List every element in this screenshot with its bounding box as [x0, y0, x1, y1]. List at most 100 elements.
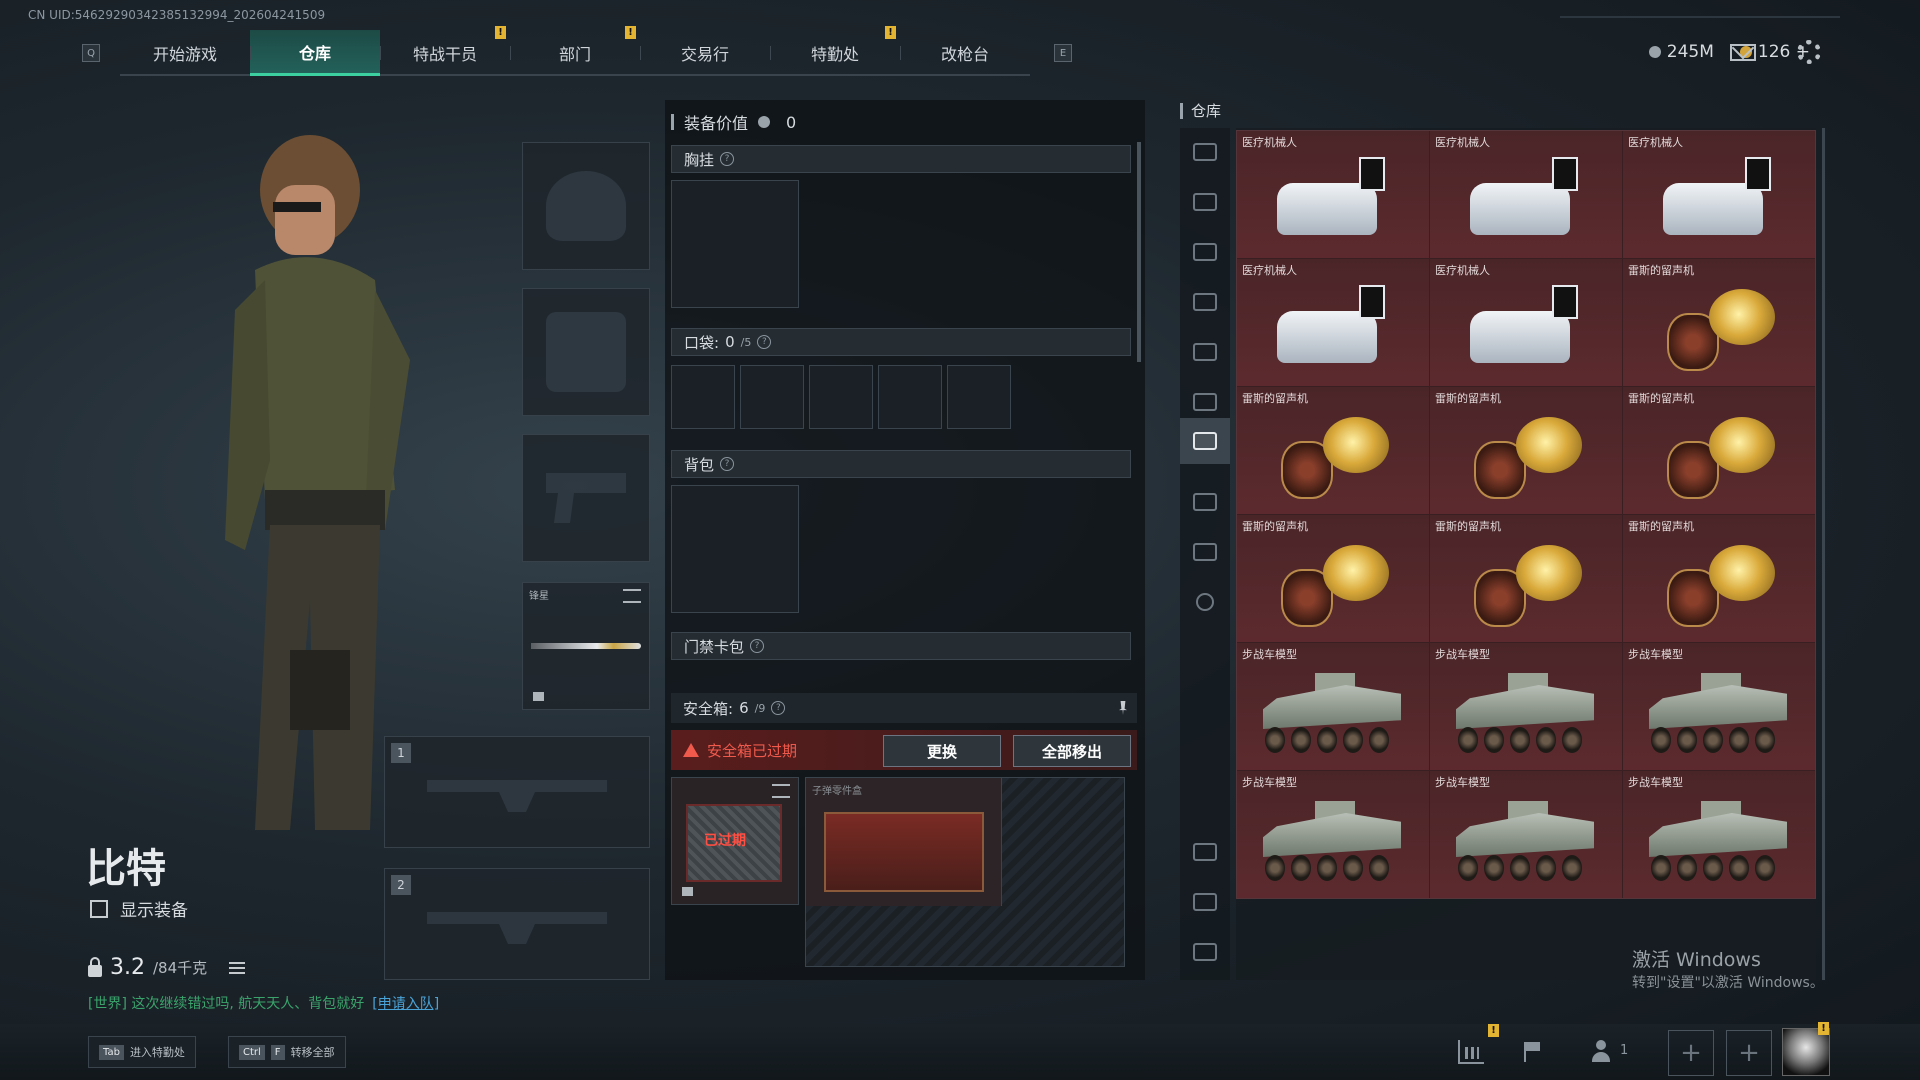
join-team-link[interactable]: [申请入队]	[372, 996, 439, 1012]
warehouse-item[interactable]: 雷斯的留声机	[1237, 515, 1429, 642]
warehouse-scrollbar[interactable]	[1822, 128, 1825, 980]
item-label: 雷斯的留声机	[1628, 520, 1694, 533]
warehouse-item[interactable]: 雷斯的留声机	[1237, 387, 1429, 514]
show-equipment-toggle[interactable]: 显示装备	[90, 896, 188, 921]
help-icon[interactable]: ?	[720, 457, 735, 471]
settings-gear-icon[interactable]	[1196, 593, 1214, 611]
storage-category-icon[interactable]	[1193, 543, 1217, 561]
layers-icon[interactable]	[1193, 893, 1217, 911]
phonograph-horn	[1516, 545, 1582, 601]
chest-rig-slot[interactable]	[671, 180, 799, 308]
tab-trading[interactable]: 交易行	[640, 30, 770, 76]
swap-icon[interactable]	[772, 784, 790, 798]
safe-box-case-slot[interactable]: 已过期	[671, 777, 799, 905]
pocket-slot[interactable]	[809, 365, 873, 429]
mail-icon[interactable]	[1730, 44, 1756, 61]
warehouse-item[interactable]: 步战车模型	[1430, 643, 1622, 770]
storage-category-icon[interactable]	[1193, 393, 1217, 411]
warehouse-item[interactable]: 雷斯的留声机	[1430, 515, 1622, 642]
safe-box-item[interactable]: 子弹零件盒	[806, 778, 1002, 906]
warehouse-item[interactable]: 雷斯的留声机	[1623, 515, 1815, 642]
apc-model-image	[1643, 671, 1793, 761]
pocket-slot[interactable]	[671, 365, 735, 429]
loadout-scrollbar[interactable]	[1137, 142, 1141, 362]
secondary-weapon-slot[interactable]: 2	[384, 868, 650, 980]
tab-gunsmith[interactable]: 改枪台	[900, 30, 1030, 76]
replace-button[interactable]: 更换	[883, 735, 1001, 767]
storage-category-icon[interactable]	[1193, 243, 1217, 261]
windows-activation-hint: 转到"设置"以激活 Windows。	[1632, 975, 1824, 991]
tab-special-ops[interactable]: 特勤处!	[770, 26, 900, 76]
apc-hull	[1263, 685, 1401, 729]
storage-category-icon[interactable]	[1193, 493, 1217, 511]
help-icon[interactable]: ?	[720, 152, 735, 166]
lock-icon	[88, 956, 102, 977]
add-teammate-button[interactable]: +	[1668, 1030, 1714, 1076]
pin-icon[interactable]	[1119, 701, 1127, 715]
warehouse-item[interactable]: 医疗机械人	[1430, 131, 1622, 258]
apc-wheel	[1729, 727, 1749, 753]
safe-icon[interactable]	[1193, 843, 1217, 861]
primary-weapon-slot[interactable]: 1	[384, 736, 650, 848]
tab-start-game[interactable]: 开始游戏	[120, 30, 250, 76]
pocket-slot[interactable]	[878, 365, 942, 429]
helmet-slot[interactable]	[522, 142, 650, 270]
storage-category-icon[interactable]	[1193, 432, 1217, 450]
pocket-slot[interactable]	[947, 365, 1011, 429]
melee-label: 锋星	[529, 591, 549, 602]
tab-warehouse[interactable]: 仓库	[250, 30, 380, 76]
item-label: 雷斯的留声机	[1628, 264, 1694, 277]
add-teammate-button[interactable]: +	[1726, 1030, 1772, 1076]
apc-wheels	[1458, 727, 1582, 753]
melee-slot[interactable]: 锋星	[522, 582, 650, 710]
storage-category-icon[interactable]	[1193, 343, 1217, 361]
settings-gear-icon[interactable]	[1797, 40, 1821, 64]
show-equipment-checkbox[interactable]	[90, 899, 108, 918]
pocket-slots	[671, 365, 1011, 429]
warehouse-item[interactable]: 步战车模型	[1623, 771, 1815, 898]
tab-operators[interactable]: 特战干员!	[380, 26, 510, 76]
warehouse-item[interactable]: 雷斯的留声机	[1430, 387, 1622, 514]
flag-icon[interactable]	[1520, 1040, 1546, 1064]
warehouse-item[interactable]: 步战车模型	[1430, 771, 1622, 898]
prev-tab-key[interactable]: Q	[82, 44, 100, 62]
warehouse-item[interactable]: 医疗机械人	[1430, 259, 1622, 386]
armor-slot[interactable]	[522, 288, 650, 416]
storage-category-icon[interactable]	[1193, 193, 1217, 211]
warehouse-item[interactable]: 医疗机械人	[1237, 131, 1429, 258]
help-icon[interactable]: ?	[750, 639, 765, 653]
warehouse-item[interactable]: 步战车模型	[1623, 643, 1815, 770]
pocket-slot[interactable]	[740, 365, 804, 429]
warehouse-item[interactable]: 步战车模型	[1237, 771, 1429, 898]
warehouse-item[interactable]: 雷斯的留声机	[1623, 259, 1815, 386]
apc-wheel	[1562, 727, 1582, 753]
apc-wheel	[1291, 727, 1311, 753]
list-icon[interactable]	[229, 961, 246, 974]
apc-wheel	[1265, 727, 1285, 753]
tab-label: 仓库	[298, 43, 331, 63]
player-avatar[interactable]	[1782, 1028, 1830, 1076]
warehouse-item[interactable]: 医疗机械人	[1623, 131, 1815, 258]
transfer-all-hint[interactable]: Ctrl F 转移全部	[228, 1036, 346, 1068]
stats-chart-icon[interactable]	[1458, 1040, 1484, 1064]
slot-number: 2	[391, 875, 411, 895]
tab-department[interactable]: 部门!	[510, 26, 640, 76]
help-icon[interactable]: ?	[757, 335, 772, 349]
warehouse-grid-container: 医疗机械人 医疗机械人 医疗机械人 医疗机械人 医疗机械人 雷斯的留声机 雷斯的留声机 雷斯的…	[1236, 128, 1816, 980]
apc-model-image	[1643, 799, 1793, 889]
storage-category-icon[interactable]	[1193, 293, 1217, 311]
backpack-slot[interactable]	[671, 485, 799, 613]
swap-icon[interactable]	[623, 589, 641, 603]
next-tab-key[interactable]: E	[1054, 44, 1072, 62]
remove-all-button[interactable]: 全部移出	[1013, 735, 1131, 767]
helmet-category-icon[interactable]	[1193, 143, 1217, 161]
sort-icon[interactable]	[1193, 943, 1217, 961]
warehouse-item[interactable]: 雷斯的留声机	[1623, 387, 1815, 514]
enter-special-ops-hint[interactable]: Tab 进入特勤处	[88, 1036, 196, 1068]
help-icon[interactable]: ?	[771, 701, 786, 715]
pistol-icon	[546, 473, 626, 523]
warehouse-item[interactable]: 医疗机械人	[1237, 259, 1429, 386]
team-icon[interactable]	[1592, 1040, 1618, 1064]
warehouse-item[interactable]: 步战车模型	[1237, 643, 1429, 770]
pistol-slot[interactable]	[522, 434, 650, 562]
